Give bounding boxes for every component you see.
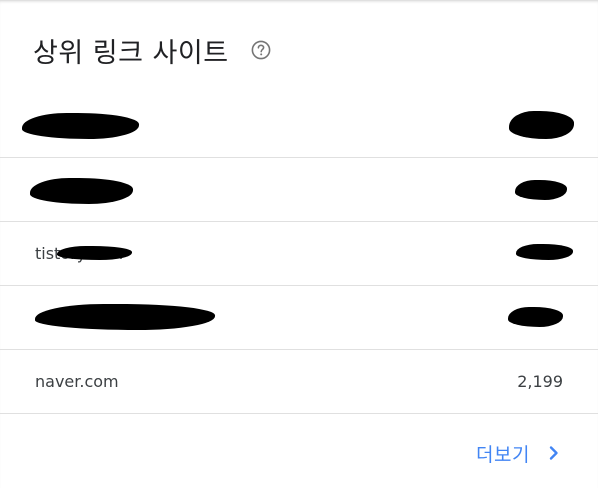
link-count: 2,199 [517, 372, 563, 391]
linking-sites-list: tistory.com naver.com 2,199 [0, 95, 598, 414]
redaction-mark [515, 180, 567, 200]
redaction-mark [509, 111, 574, 139]
list-item[interactable] [0, 158, 598, 222]
list-item[interactable]: naver.com 2,199 [0, 350, 598, 414]
list-item[interactable] [0, 95, 598, 158]
list-item[interactable] [0, 286, 598, 350]
more-label: 더보기 [476, 443, 530, 466]
list-item[interactable]: tistory.com [0, 222, 598, 286]
site-name: naver.com [35, 372, 119, 391]
redaction-mark [30, 178, 133, 204]
redaction-mark [516, 244, 573, 260]
redaction-mark [508, 307, 563, 327]
help-circle-icon[interactable] [251, 40, 271, 60]
chevron-right-icon [546, 445, 562, 461]
top-linking-sites-card: 상위 링크 사이트 tistory.com [0, 0, 598, 488]
more-link[interactable]: 더보기 [476, 435, 562, 471]
card-title: 상위 링크 사이트 [33, 37, 229, 69]
redaction-mark [22, 113, 139, 139]
redaction-mark [57, 246, 132, 260]
card-header: 상위 링크 사이트 [33, 30, 271, 70]
redaction-mark [35, 304, 215, 330]
